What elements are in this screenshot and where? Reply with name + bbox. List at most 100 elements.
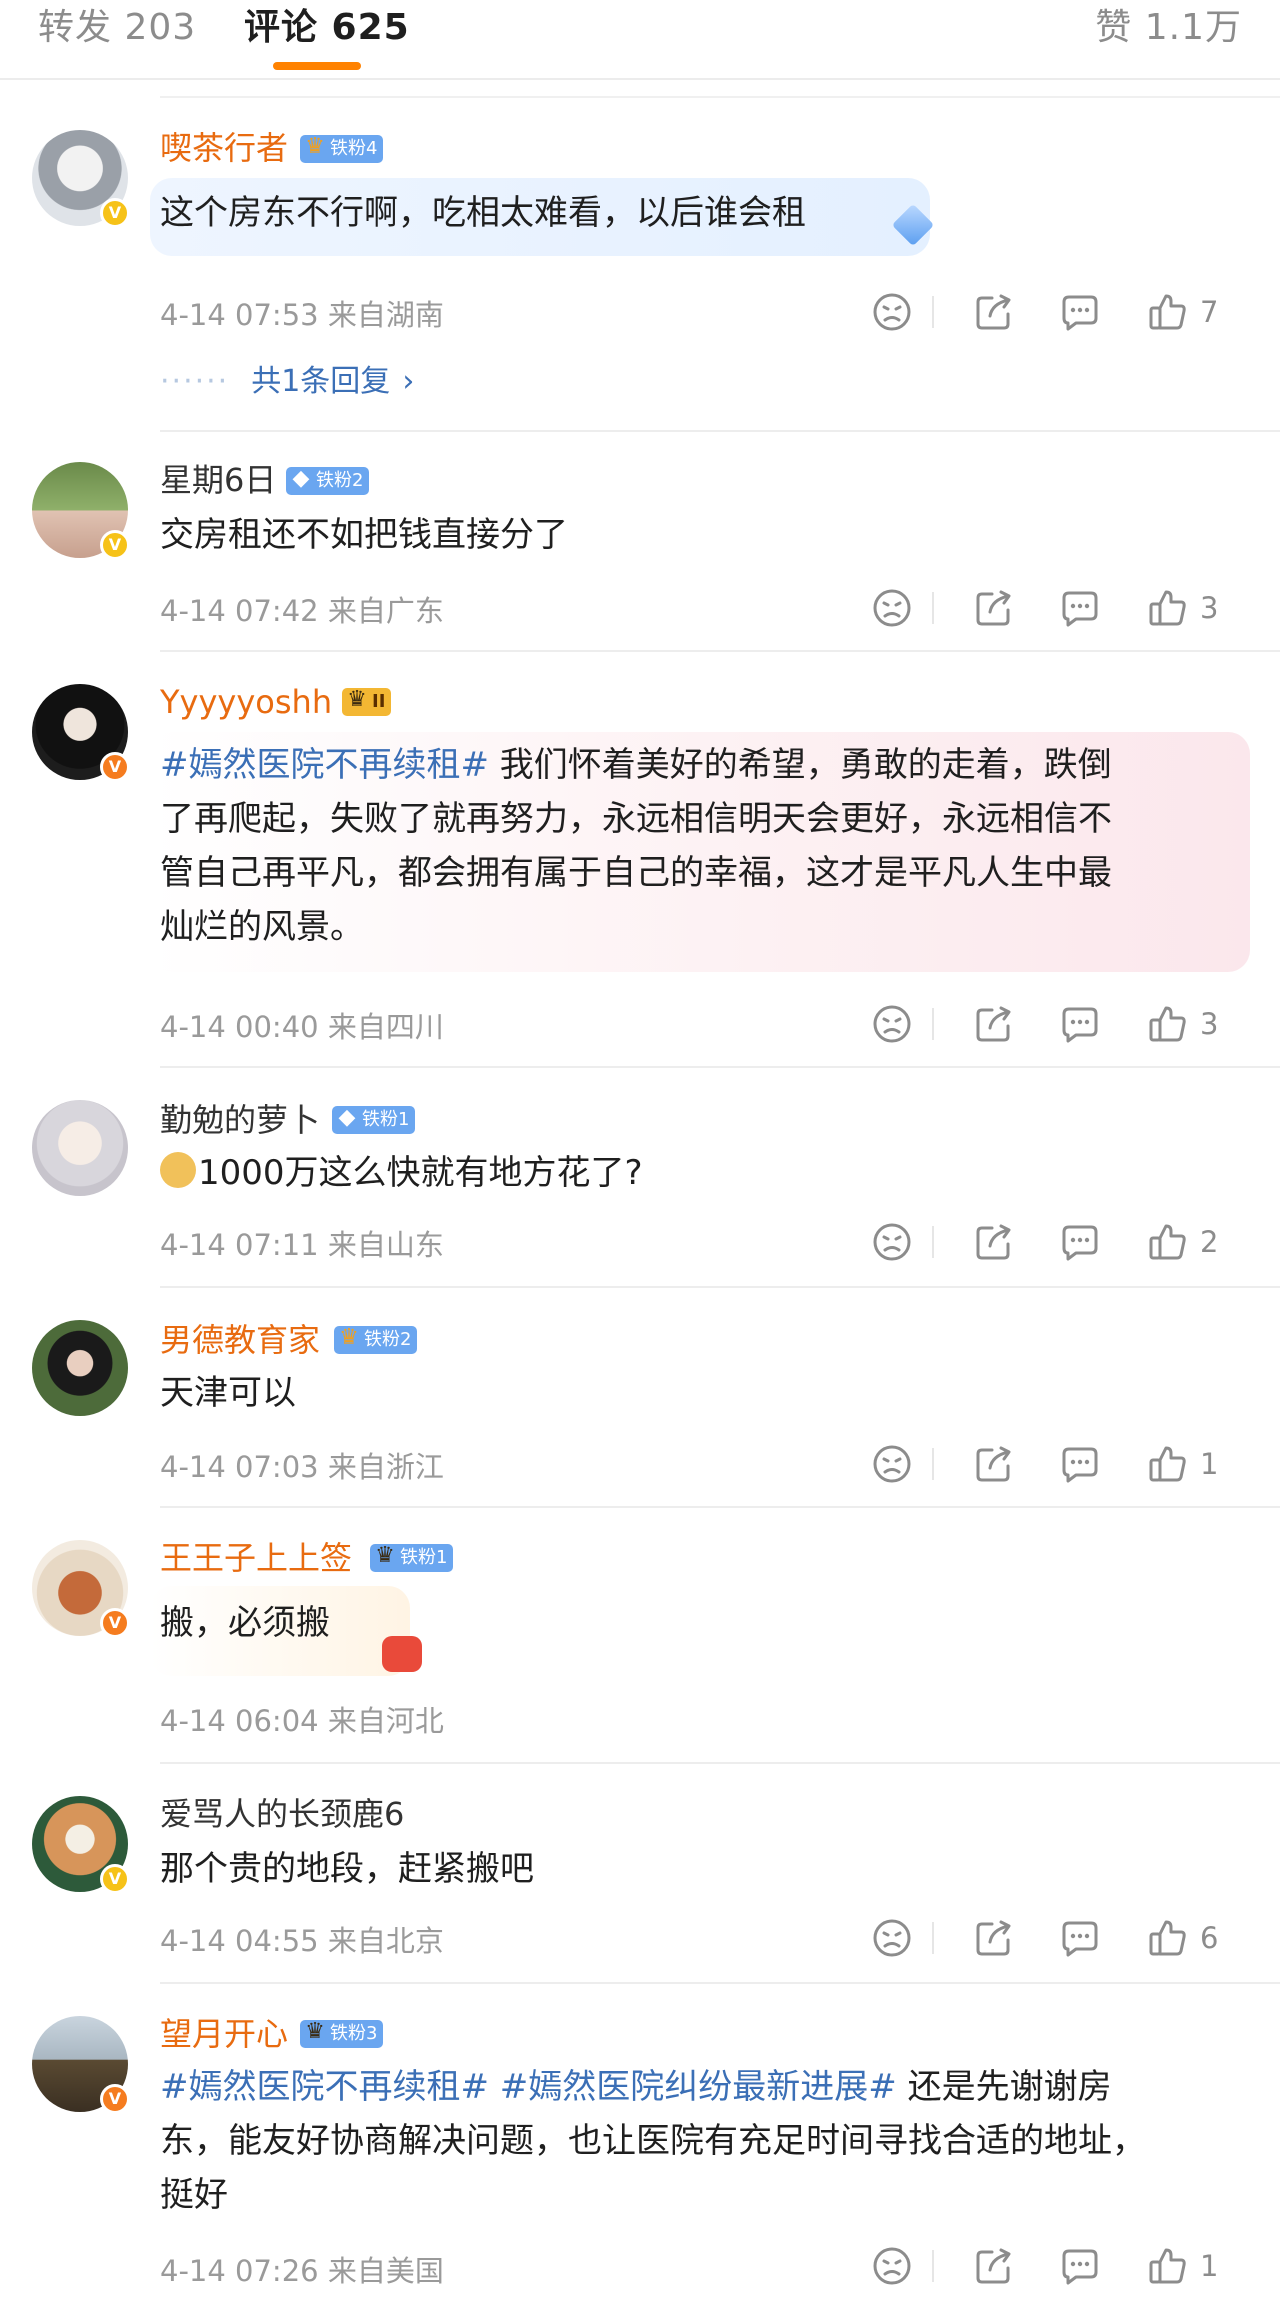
username[interactable]: 爱骂人的长颈鹿6 xyxy=(160,1794,404,1834)
comment-text: 搬，必须搬 xyxy=(160,1603,330,1643)
divider xyxy=(160,96,1280,98)
share-icon[interactable] xyxy=(972,1002,1016,1046)
comment-meta: 4-14 06:04 来自河北 xyxy=(160,1704,444,1738)
reply-icon[interactable] xyxy=(1058,586,1102,630)
dislike-icon[interactable] xyxy=(870,1916,914,1960)
comment-text: 1000万这么快就有地方花了? xyxy=(198,1153,643,1193)
username[interactable]: 王王子上上签 xyxy=(160,1538,352,1578)
divider xyxy=(932,296,934,328)
reply-icon[interactable] xyxy=(1058,1220,1102,1264)
comment-text: 交房租还不如把钱直接分了 xyxy=(160,515,568,555)
divider xyxy=(160,1286,1280,1288)
like-icon[interactable] xyxy=(1146,2244,1190,2288)
share-icon[interactable] xyxy=(972,1442,1016,1486)
reply-icon[interactable] xyxy=(1058,290,1102,334)
comment-actions: 2 xyxy=(870,1220,1250,1264)
divider xyxy=(160,1506,1280,1508)
comment-text: 天津可以 xyxy=(160,1373,296,1413)
comment-actions: 1 xyxy=(870,2244,1250,2288)
comment-meta: 4-14 04:55 来自北京 xyxy=(160,1924,444,1958)
tab-comments[interactable]: 评论 625 xyxy=(244,4,410,52)
fan-badge: ◆ 铁粉2 xyxy=(286,466,370,495)
divider xyxy=(932,592,934,624)
view-replies-link[interactable]: ······ 共1条回复 › xyxy=(160,356,414,400)
diamond-icon: ◆ xyxy=(338,1105,356,1130)
dislike-icon[interactable] xyxy=(870,1220,914,1264)
dislike-icon[interactable] xyxy=(870,1442,914,1486)
reply-icon[interactable] xyxy=(1058,1442,1102,1486)
tab-bar: 转发 203 评论 625 赞 1.1万 xyxy=(0,0,1280,80)
crown-icon: ♛ xyxy=(339,1325,359,1350)
fan-badge: ◆ 铁粉1 xyxy=(332,1105,416,1134)
comment-actions: 3 xyxy=(870,586,1250,630)
username[interactable]: Yyyyyoshh xyxy=(160,682,332,722)
comment-text: #嫣然医院不再续租# #嫣然医院纠纷最新进展# 还是先谢谢房 东，能友好协商解决… xyxy=(160,2067,1146,2215)
avatar[interactable]: V xyxy=(32,1540,130,1638)
like-icon[interactable] xyxy=(1146,586,1190,630)
comment-meta: 4-14 07:11 来自山东 xyxy=(160,1228,444,1262)
share-icon[interactable] xyxy=(972,2244,1016,2288)
avatar[interactable]: V xyxy=(32,130,130,228)
like-count: 3 xyxy=(1200,1007,1219,1041)
verified-icon: V xyxy=(100,752,130,782)
hashtag-link[interactable]: #嫣然医院纠纷最新进展# xyxy=(500,2067,897,2107)
comment-meta: 4-14 07:26 来自美国 xyxy=(160,2254,444,2288)
username[interactable]: 喫茶行者 xyxy=(160,128,288,168)
comment-actions: 1 xyxy=(870,1442,1250,1486)
divider xyxy=(160,1762,1280,1764)
like-icon[interactable] xyxy=(1146,1442,1190,1486)
dislike-icon[interactable] xyxy=(870,2244,914,2288)
tab-likes[interactable]: 赞 1.1万 xyxy=(1095,4,1242,52)
comment-text: #嫣然医院不再续租# 我们怀着美好的希望，勇敢的走着，跌倒 了再爬起，失败了就再… xyxy=(160,745,1112,947)
avatar[interactable]: V xyxy=(32,462,130,560)
comment-meta: 4-14 07:42 来自广东 xyxy=(160,594,444,628)
like-icon[interactable] xyxy=(1146,290,1190,334)
avatar[interactable]: V xyxy=(32,1796,130,1894)
tab-forward[interactable]: 转发 203 xyxy=(38,4,196,52)
username[interactable]: 望月开心 xyxy=(160,2014,288,2054)
divider xyxy=(932,1922,934,1954)
crown-icon: ♛ xyxy=(305,2019,325,2044)
verified-icon: V xyxy=(100,530,130,560)
like-icon[interactable] xyxy=(1146,1220,1190,1264)
comment-actions: 3 xyxy=(870,1002,1250,1046)
hashtag-link[interactable]: #嫣然医院不再续租# xyxy=(160,745,489,785)
avatar[interactable] xyxy=(32,1100,128,1196)
share-icon[interactable] xyxy=(972,1220,1016,1264)
divider xyxy=(160,430,1280,432)
comment-meta: 4-14 00:40 来自四川 xyxy=(160,1010,444,1044)
fan-badge: ♛ 铁粉2 xyxy=(334,1325,418,1354)
hashtag-link[interactable]: #嫣然医院不再续租# xyxy=(160,2067,489,2107)
divider xyxy=(160,650,1280,652)
avatar[interactable]: V xyxy=(32,2016,130,2114)
verified-icon: V xyxy=(100,1864,130,1894)
avatar[interactable] xyxy=(32,1320,128,1416)
reply-icon[interactable] xyxy=(1058,1002,1102,1046)
comment-text: 那个贵的地段，赶紧搬吧 xyxy=(160,1849,534,1889)
username[interactable]: 勤勉的萝卜 xyxy=(160,1100,320,1140)
fan-badge: ♛ 铁粉4 xyxy=(300,134,384,163)
dislike-icon[interactable] xyxy=(870,290,914,334)
crown-icon: ♛ xyxy=(347,687,367,712)
dislike-icon[interactable] xyxy=(870,1002,914,1046)
reply-icon[interactable] xyxy=(1058,2244,1102,2288)
dislike-icon[interactable] xyxy=(870,586,914,630)
divider xyxy=(932,1226,934,1258)
like-count: 3 xyxy=(1200,591,1219,625)
avatar[interactable]: V xyxy=(32,684,130,782)
share-icon[interactable] xyxy=(972,290,1016,334)
comment-actions: 6 xyxy=(870,1916,1250,1960)
username[interactable]: 男德教育家 xyxy=(160,1320,320,1360)
like-icon[interactable] xyxy=(1146,1916,1190,1960)
username[interactable]: 星期6日 xyxy=(160,460,276,500)
like-icon[interactable] xyxy=(1146,1002,1190,1046)
dots-icon: ······ xyxy=(160,364,230,399)
lucky-bag-icon xyxy=(382,1636,422,1672)
diamond-icon: ◆ xyxy=(292,466,310,491)
verified-icon: V xyxy=(100,1608,130,1638)
doge-emoji-icon xyxy=(160,1152,196,1188)
reply-icon[interactable] xyxy=(1058,1916,1102,1960)
comments-page: 转发 203 评论 625 赞 1.1万 V 喫茶行者 ♛ 铁粉4 这个房东不行啊… xyxy=(0,0,1280,2304)
share-icon[interactable] xyxy=(972,1916,1016,1960)
share-icon[interactable] xyxy=(972,586,1016,630)
